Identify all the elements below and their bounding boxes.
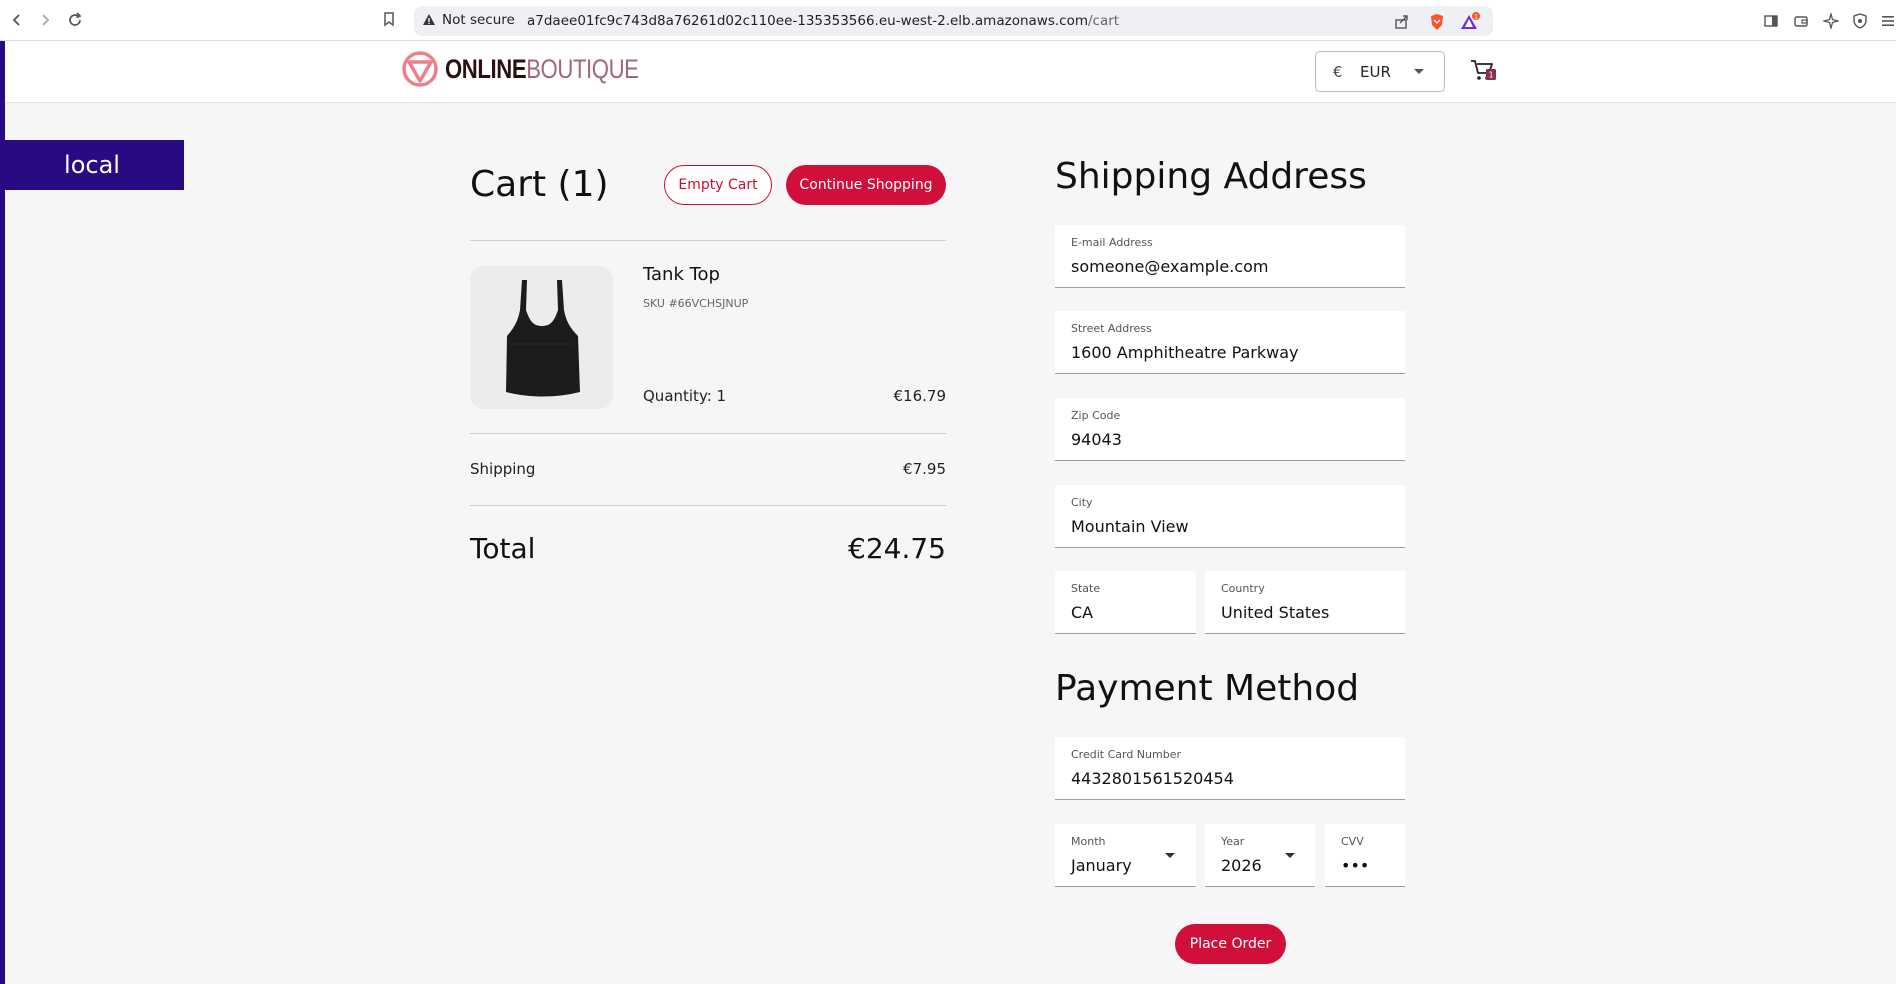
menu-icon[interactable]: [1878, 11, 1896, 31]
logo-icon: [402, 51, 438, 87]
year-label: Year: [1221, 835, 1245, 848]
environment-banner: local: [0, 140, 184, 190]
state-field[interactable]: State CA: [1055, 571, 1196, 634]
reload-icon[interactable]: [64, 9, 86, 31]
cvv-value: •••: [1341, 856, 1370, 875]
vpn-shield-icon[interactable]: [1850, 11, 1870, 31]
cart-count-badge: 1: [1488, 71, 1493, 80]
place-order-button[interactable]: Place Order: [1175, 924, 1286, 964]
site-header: ONLINEBOUTIQUE € EUR 1: [5, 41, 1896, 103]
browser-toolbar: Not secure a7daee01fc9c743d8a76261d02c11…: [0, 0, 1896, 41]
product-image[interactable]: [470, 266, 613, 409]
empty-cart-button[interactable]: Empty Cart: [664, 165, 772, 205]
sidebar-icon[interactable]: [1761, 11, 1781, 31]
rewards-badge-count: 1: [1474, 14, 1478, 21]
cvv-field[interactable]: CVV •••: [1325, 824, 1405, 887]
divider: [470, 433, 946, 434]
product-name[interactable]: Tank Top: [643, 264, 720, 285]
site-logo[interactable]: ONLINEBOUTIQUE: [401, 50, 681, 88]
shipping-value: €7.95: [903, 460, 946, 478]
brave-rewards-icon[interactable]: 1: [1460, 12, 1480, 32]
url-text[interactable]: a7daee01fc9c743d8a76261d02c110ee-1353535…: [527, 13, 1119, 29]
shipping-address-title: Shipping Address: [1055, 156, 1367, 197]
chevron-down-icon: [1414, 69, 1424, 74]
month-label: Month: [1071, 835, 1106, 848]
brave-shield-icon[interactable]: [1427, 12, 1447, 32]
currency-code: EUR: [1360, 63, 1391, 81]
zip-code-label: Zip Code: [1071, 409, 1121, 422]
state-value: CA: [1071, 603, 1094, 622]
city-field[interactable]: City Mountain View: [1055, 485, 1405, 548]
divider: [470, 505, 946, 506]
cvv-label: CVV: [1341, 835, 1364, 848]
security-indicator[interactable]: Not secure: [422, 12, 515, 28]
zip-code-field[interactable]: Zip Code 94043: [1055, 398, 1405, 461]
chevron-down-icon: [1285, 853, 1295, 858]
month-value: January: [1071, 856, 1132, 875]
street-address-field[interactable]: Street Address 1600 Amphitheatre Parkway: [1055, 311, 1405, 374]
email-field[interactable]: E-mail Address someone@example.com: [1055, 225, 1405, 288]
page-content: ONLINEBOUTIQUE € EUR 1 local Cart (1) Em…: [0, 41, 1896, 984]
logo-text-light: BOUTIQUE: [526, 53, 639, 84]
city-label: City: [1071, 496, 1093, 509]
logo-text: ONLINEBOUTIQUE: [445, 53, 639, 84]
month-select[interactable]: Month January: [1055, 824, 1196, 887]
street-address-label: Street Address: [1071, 322, 1152, 335]
product-sku: SKU #66VCHSJNUP: [643, 297, 749, 310]
payment-method-title: Payment Method: [1055, 668, 1360, 709]
security-label: Not secure: [442, 12, 515, 28]
year-select[interactable]: Year 2026: [1205, 824, 1315, 887]
country-label: Country: [1221, 582, 1265, 595]
back-icon[interactable]: [6, 9, 28, 31]
credit-card-field[interactable]: Credit Card Number 4432801561520454: [1055, 737, 1405, 800]
city-value: Mountain View: [1071, 517, 1189, 536]
credit-card-label: Credit Card Number: [1071, 748, 1181, 761]
total-label: Total: [470, 532, 536, 565]
url-host: a7daee01fc9c743d8a76261d02c110ee-1353535…: [527, 13, 1088, 29]
continue-shopping-button[interactable]: Continue Shopping: [786, 165, 946, 205]
shipping-label: Shipping: [470, 460, 536, 478]
zip-code-value: 94043: [1071, 430, 1122, 449]
country-value: United States: [1221, 603, 1330, 622]
address-bar[interactable]: Not secure a7daee01fc9c743d8a76261d02c11…: [414, 6, 1493, 36]
chevron-down-icon: [1165, 853, 1175, 858]
cart-icon[interactable]: 1: [1470, 59, 1500, 83]
url-path: /cart: [1087, 13, 1120, 29]
street-address-value: 1600 Amphitheatre Parkway: [1071, 343, 1299, 362]
leo-ai-icon[interactable]: [1821, 11, 1841, 31]
product-quantity: Quantity: 1: [643, 387, 727, 405]
share-icon[interactable]: [1392, 12, 1412, 32]
email-value: someone@example.com: [1071, 257, 1269, 276]
total-value: €24.75: [848, 532, 946, 565]
forward-icon[interactable]: [34, 9, 56, 31]
currency-select[interactable]: € EUR: [1315, 51, 1445, 92]
currency-symbol: €: [1333, 63, 1343, 81]
logo-text-bold: ONLINE: [445, 53, 527, 84]
warning-icon: [423, 14, 435, 25]
divider: [470, 240, 946, 241]
cart-title: Cart (1): [470, 164, 609, 205]
email-label: E-mail Address: [1071, 236, 1153, 249]
product-price: €16.79: [893, 387, 947, 405]
state-label: State: [1071, 582, 1101, 595]
bookmark-icon[interactable]: [380, 10, 400, 30]
country-field[interactable]: Country United States: [1205, 571, 1405, 634]
wallet-icon[interactable]: [1791, 11, 1811, 31]
year-value: 2026: [1221, 856, 1262, 875]
credit-card-value: 4432801561520454: [1071, 769, 1234, 788]
